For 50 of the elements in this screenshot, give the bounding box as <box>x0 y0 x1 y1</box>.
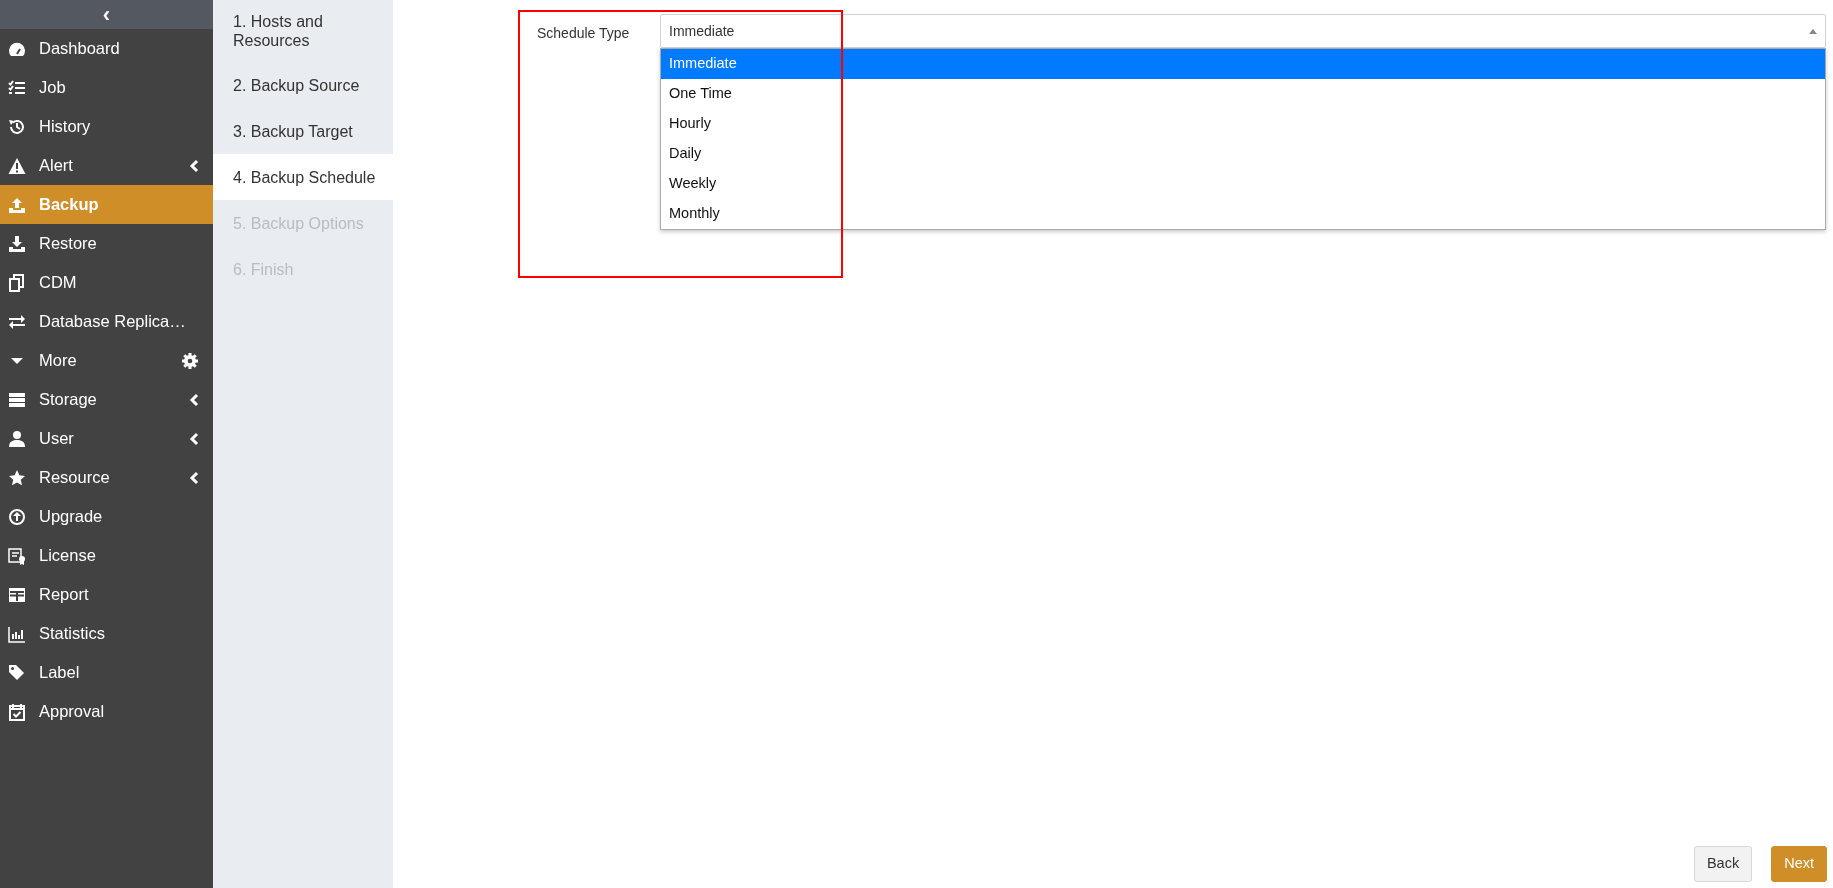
dropdown-option[interactable]: Weekly <box>661 169 1825 199</box>
sidebar-item[interactable]: Statistics <box>0 614 213 653</box>
user-icon <box>8 429 26 448</box>
sidebar-item[interactable]: Alert <box>0 146 213 185</box>
calendar-check-icon <box>8 702 26 721</box>
sidebar-item[interactable]: Upgrade <box>0 497 213 536</box>
checklist-icon <box>8 78 26 97</box>
swap-arrows-icon <box>8 312 26 331</box>
tags-icon <box>8 663 26 682</box>
wizard-step[interactable]: 3. Backup Target <box>213 108 393 155</box>
sidebar-item[interactable]: License <box>0 536 213 575</box>
sidebar-item[interactable]: CDM <box>0 263 213 302</box>
sidebar-item[interactable]: Job <box>0 68 213 107</box>
schedule-type-select[interactable]: Immediate <box>660 14 1826 48</box>
wizard-step[interactable]: 1. Hosts and Resources <box>213 0 393 63</box>
dropdown-option[interactable]: Hourly <box>661 109 1825 139</box>
caret-down-icon <box>11 357 23 364</box>
sidebar-item[interactable]: Storage <box>0 380 213 419</box>
circle-arrow-up-icon <box>8 507 26 526</box>
dropdown-option[interactable]: Daily <box>661 139 1825 169</box>
copy-icon <box>8 273 26 292</box>
certificate-icon <box>8 546 26 565</box>
caret-icon <box>1809 28 1817 34</box>
field-label: Schedule Type <box>537 24 631 43</box>
server-icon <box>8 390 26 409</box>
table-icon <box>8 585 26 604</box>
wizard-step[interactable]: 2. Backup Source <box>213 62 393 109</box>
sidebar-item[interactable]: Report <box>0 575 213 614</box>
history-icon <box>8 117 26 136</box>
sidebar-item[interactable]: Approval <box>0 692 213 731</box>
warning-icon <box>8 156 26 175</box>
dropdown-option[interactable]: One Time <box>661 79 1825 109</box>
wizard-step[interactable]: 4. Backup Schedule <box>213 154 393 201</box>
collapse-sidebar-button[interactable]: ‹ <box>96 3 117 26</box>
download-icon <box>8 234 26 253</box>
upload-icon <box>8 195 26 214</box>
wizard-button[interactable]: Back <box>1693 846 1753 882</box>
dropdown-option[interactable]: Immediate <box>661 49 1825 79</box>
star-icon <box>8 468 26 487</box>
sidebar-item[interactable]: Resource <box>0 458 213 497</box>
settings-icon[interactable] <box>181 351 199 370</box>
dropdown-option[interactable]: Monthly <box>661 199 1825 229</box>
sidebar-item[interactable]: Database Replica… <box>0 302 213 341</box>
sidebar-item[interactable]: User <box>0 419 213 458</box>
sidebar-item[interactable]: More <box>0 341 213 380</box>
sidebar-item[interactable]: History <box>0 107 213 146</box>
sidebar-item[interactable]: Restore <box>0 224 213 263</box>
bar-chart-icon <box>8 624 26 643</box>
sidebar-item[interactable]: Label <box>0 653 213 692</box>
sidebar-item[interactable]: Dashboard <box>0 29 213 68</box>
